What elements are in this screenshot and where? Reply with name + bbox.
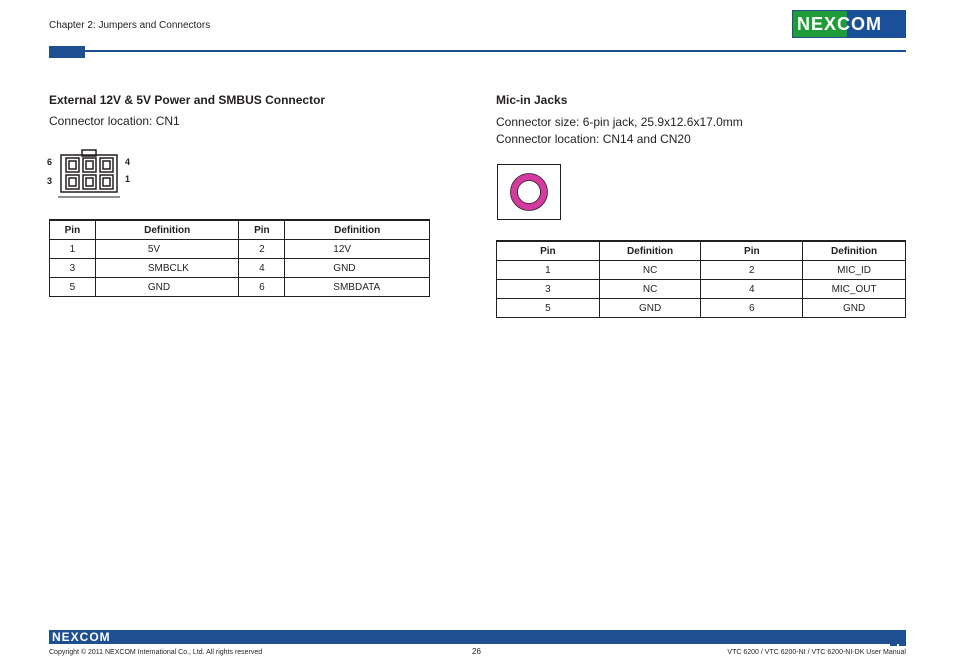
pin-definition: 5V <box>94 239 240 259</box>
pin-number: 4 <box>700 279 804 299</box>
pin-number: 4 <box>238 258 286 278</box>
pin-definition: NC <box>598 279 702 299</box>
header-definition: Definition <box>94 219 240 240</box>
footer-square-icon <box>890 630 897 637</box>
power-pin-table: Pin Definition Pin Definition 1 5V 2 12V… <box>49 219 430 297</box>
pin-number: 5 <box>496 298 600 318</box>
pin-number: 1 <box>49 239 96 259</box>
header-pin: Pin <box>238 219 286 240</box>
page-number: 26 <box>472 647 481 656</box>
footer-logo: NEXCOM <box>52 630 111 644</box>
pin-number: 6 <box>238 277 286 297</box>
table-row: 1 NC 2 MIC_ID <box>496 260 906 280</box>
pin-label-3: 3 <box>47 176 53 186</box>
header-definition: Definition <box>802 240 906 261</box>
header-definition: Definition <box>598 240 702 261</box>
pin-definition: GND <box>802 298 906 318</box>
header-rule-tab <box>49 46 85 58</box>
table-header-row: Pin Definition Pin Definition <box>496 240 906 261</box>
power-connector-icon <box>58 149 120 198</box>
pin-number: 6 <box>700 298 804 318</box>
pin-number: 2 <box>700 260 804 280</box>
pin-label-4: 4 <box>125 157 131 167</box>
pin-definition: GND <box>284 258 430 278</box>
header-definition: Definition <box>284 219 430 240</box>
manual-title: VTC 6200 / VTC 6200-NI / VTC 6200-NI-DK … <box>727 649 906 656</box>
pin-definition: GND <box>598 298 702 318</box>
table-row: 1 5V 2 12V <box>49 239 430 259</box>
table-row: 3 SMBCLK 4 GND <box>49 258 430 278</box>
pin-definition: 12V <box>284 239 430 259</box>
footer-square-icon <box>899 639 906 646</box>
pin-number: 3 <box>49 258 96 278</box>
pin-number: 1 <box>496 260 600 280</box>
header-pin: Pin <box>700 240 804 261</box>
pin-definition: MIC_OUT <box>802 279 906 299</box>
pin-number: 2 <box>238 239 286 259</box>
pin-definition: GND <box>94 277 240 297</box>
section-title-power: External 12V & 5V Power and SMBUS Connec… <box>49 93 326 107</box>
copyright-text: Copyright © 2011 NEXCOM International Co… <box>49 649 263 656</box>
table-row: 5 GND 6 SMBDATA <box>49 277 430 297</box>
table-row: 3 NC 4 MIC_OUT <box>496 279 906 299</box>
pin-number: 5 <box>49 277 96 297</box>
pin-definition: SMBCLK <box>94 258 240 278</box>
pin-label-1: 1 <box>125 174 131 184</box>
connector-location-cn14: Connector location: CN14 and CN20 <box>496 132 691 146</box>
header-pin: Pin <box>49 219 96 240</box>
pin-definition: NC <box>598 260 702 280</box>
mic-pin-table: Pin Definition Pin Definition 1 NC 2 MIC… <box>496 240 906 318</box>
pin-definition: SMBDATA <box>284 277 430 297</box>
section-title-mic: Mic-in Jacks <box>496 93 568 107</box>
mic-jack-icon-box <box>497 164 561 220</box>
table-header-row: Pin Definition Pin Definition <box>49 219 430 240</box>
connector-location-cn1: Connector location: CN1 <box>49 114 180 128</box>
table-row: 5 GND 6 GND <box>496 298 906 318</box>
pin-label-6: 6 <box>47 157 53 167</box>
chapter-title: Chapter 2: Jumpers and Connectors <box>49 20 211 31</box>
footer-bar <box>49 630 906 644</box>
footer-square-icon <box>890 639 897 646</box>
pin-number: 3 <box>496 279 600 299</box>
mic-jack-icon <box>510 173 548 211</box>
header-rule <box>49 50 906 52</box>
logo-text: NEXCOM <box>797 14 883 34</box>
nexcom-logo: NEXCOM <box>792 10 906 38</box>
connector-size: Connector size: 6-pin jack, 25.9x12.6x17… <box>496 115 743 129</box>
header-pin: Pin <box>496 240 600 261</box>
pin-definition: MIC_ID <box>802 260 906 280</box>
